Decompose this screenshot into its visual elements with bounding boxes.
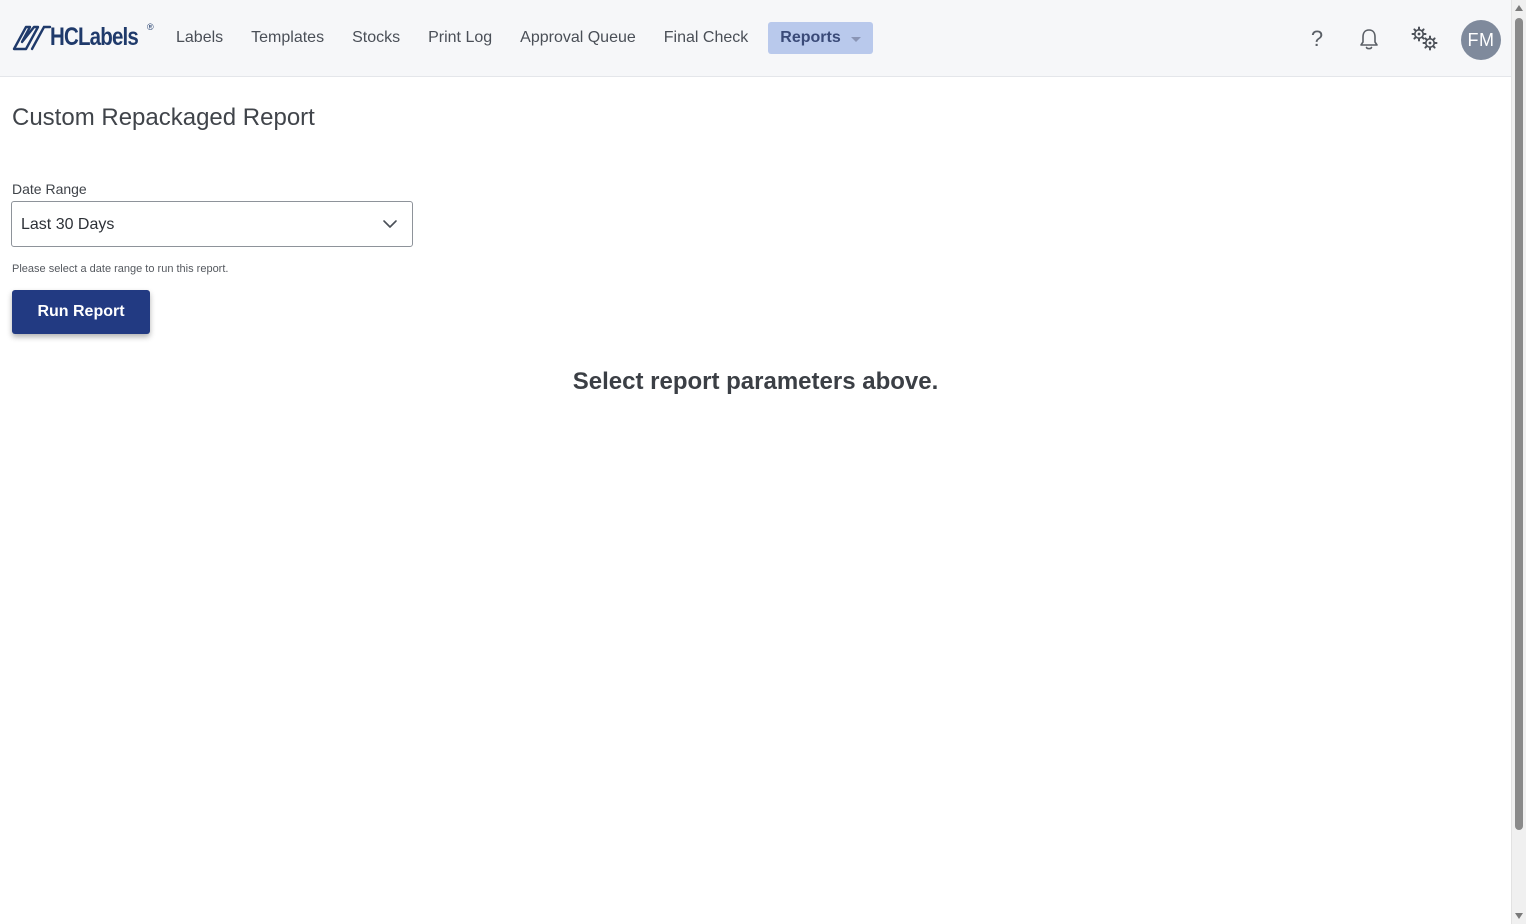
bell-icon (1360, 29, 1378, 50)
nav-item-templates[interactable]: Templates (237, 22, 338, 54)
brand-name: HCLabels (50, 22, 139, 51)
nav-item-print-log[interactable]: Print Log (414, 22, 506, 54)
nav-item-stocks[interactable]: Stocks (338, 22, 414, 54)
page-title: Custom Repackaged Report (12, 104, 315, 131)
top-navigation-bar: HCLabels ® Labels Templates Stocks Print… (0, 0, 1511, 77)
brand-logo[interactable]: HCLabels ® (12, 20, 157, 54)
help-button[interactable]: ? (1302, 24, 1332, 54)
help-icon: ? (1310, 26, 1324, 51)
nav-item-final-check[interactable]: Final Check (650, 22, 762, 54)
nav-item-labels[interactable]: Labels (162, 22, 237, 54)
user-avatar[interactable]: FM (1461, 20, 1501, 60)
gears-icon (1411, 26, 1438, 51)
scroll-down-arrow-icon[interactable] (1515, 913, 1523, 919)
vertical-scrollbar[interactable] (1511, 0, 1526, 924)
scrollbar-thumb[interactable] (1515, 18, 1523, 830)
date-range-helper-text: Please select a date range to run this r… (12, 263, 229, 275)
main-nav: Labels Templates Stocks Print Log Approv… (162, 22, 873, 54)
logo-mark-icon (12, 25, 52, 51)
chevron-down-icon (383, 220, 397, 228)
date-range-label: Date Range (12, 181, 87, 197)
nav-item-reports[interactable]: Reports (768, 22, 873, 54)
registered-mark: ® (147, 22, 154, 32)
notifications-button[interactable] (1354, 24, 1384, 54)
run-report-button[interactable]: Run Report (12, 290, 150, 334)
settings-button[interactable] (1410, 24, 1440, 54)
nav-item-reports-label: Reports (780, 29, 841, 46)
scroll-up-arrow-icon[interactable] (1515, 5, 1523, 11)
caret-down-icon (850, 36, 861, 42)
nav-item-approval-queue[interactable]: Approval Queue (506, 22, 650, 54)
empty-state-message: Select report parameters above. (572, 368, 939, 395)
date-range-value: Last 30 Days (21, 216, 115, 233)
date-range-select[interactable]: Last 30 Days (11, 201, 413, 247)
